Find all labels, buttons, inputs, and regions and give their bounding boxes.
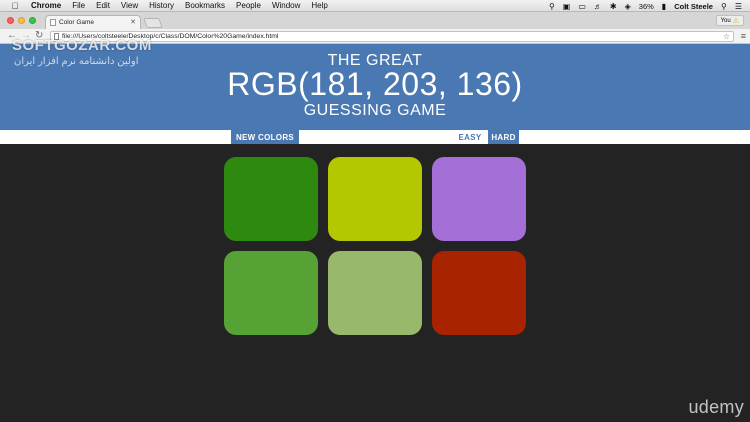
new-colors-button[interactable]: NEW COLORS	[231, 130, 299, 144]
battery-percent[interactable]: 36%	[639, 2, 654, 11]
menu-bookmarks[interactable]: Bookmarks	[185, 1, 225, 10]
controls-stripe: NEW COLORS EASY HARD	[0, 130, 750, 144]
new-tab-button[interactable]	[143, 18, 163, 28]
tab-color-game[interactable]: Color Game ✕	[45, 15, 141, 29]
menu-view[interactable]: View	[121, 1, 138, 10]
bluetooth-icon[interactable]: ✱	[610, 2, 617, 11]
menu-help[interactable]: Help	[311, 1, 327, 10]
user-name[interactable]: Colt Steele	[674, 2, 713, 11]
color-square[interactable]	[224, 157, 318, 241]
tab-title: Color Game	[59, 19, 95, 26]
title-bottom: GUESSING GAME	[303, 102, 447, 119]
menu-people[interactable]: People	[236, 1, 261, 10]
menu-window[interactable]: Window	[272, 1, 300, 10]
airplay-icon[interactable]: ▭	[578, 2, 586, 11]
menu-icon[interactable]: ≡	[741, 31, 746, 41]
easy-mode-button[interactable]: EASY	[452, 130, 488, 144]
screen-icon[interactable]: ▣	[563, 2, 571, 11]
color-square[interactable]	[224, 251, 318, 335]
volume-icon[interactable]: ♬	[594, 2, 602, 11]
bookmark-star-icon[interactable]: ☆	[723, 32, 730, 41]
watermark-subtitle: اولین دانشنامه نرم افزار ایران	[14, 56, 139, 67]
hard-mode-button[interactable]: HARD	[488, 130, 519, 144]
warning-icon: ⚠	[732, 17, 739, 25]
key-icon[interactable]: ⚲	[549, 2, 555, 11]
minimize-window-icon[interactable]	[18, 17, 25, 24]
color-square[interactable]	[328, 157, 422, 241]
rgb-display: RGB(181, 203, 136)	[227, 66, 523, 102]
watermark-logo: SOFTGOZAR.COM	[12, 37, 152, 54]
menu-chrome[interactable]: Chrome	[31, 1, 61, 10]
apple-icon[interactable]: 	[9, 1, 21, 11]
zoom-window-icon[interactable]	[29, 17, 36, 24]
profile-button[interactable]: You ⚠	[715, 15, 744, 26]
color-square[interactable]	[328, 251, 422, 335]
menu-edit[interactable]: Edit	[96, 1, 110, 10]
battery-icon: ▮	[661, 1, 667, 11]
status-tray: ⚲ ▣ ▭ ♬ ✱ ◈ 36% ▮ Colt Steele ⚲ ☰	[549, 0, 742, 12]
close-window-icon[interactable]	[7, 17, 14, 24]
color-square[interactable]	[432, 251, 526, 335]
tab-strip: Color Game ✕ You ⚠	[0, 12, 750, 29]
spotlight-icon[interactable]: ⚲	[721, 2, 727, 11]
wifi-icon[interactable]: ◈	[625, 2, 631, 11]
menu-history[interactable]: History	[149, 1, 174, 10]
page-icon	[50, 19, 56, 26]
color-square[interactable]	[432, 157, 526, 241]
address-bar[interactable]: file:///Users/coltsteele/Desktop/c/Class…	[50, 31, 734, 42]
profile-label: You	[720, 17, 731, 24]
udemy-logo: udemy	[688, 397, 744, 417]
macos-menubar:  Chrome File Edit View History Bookmark…	[0, 0, 750, 12]
menu-file[interactable]: File	[72, 1, 85, 10]
close-tab-icon[interactable]: ✕	[130, 18, 136, 26]
notification-icon[interactable]: ☰	[735, 2, 742, 11]
